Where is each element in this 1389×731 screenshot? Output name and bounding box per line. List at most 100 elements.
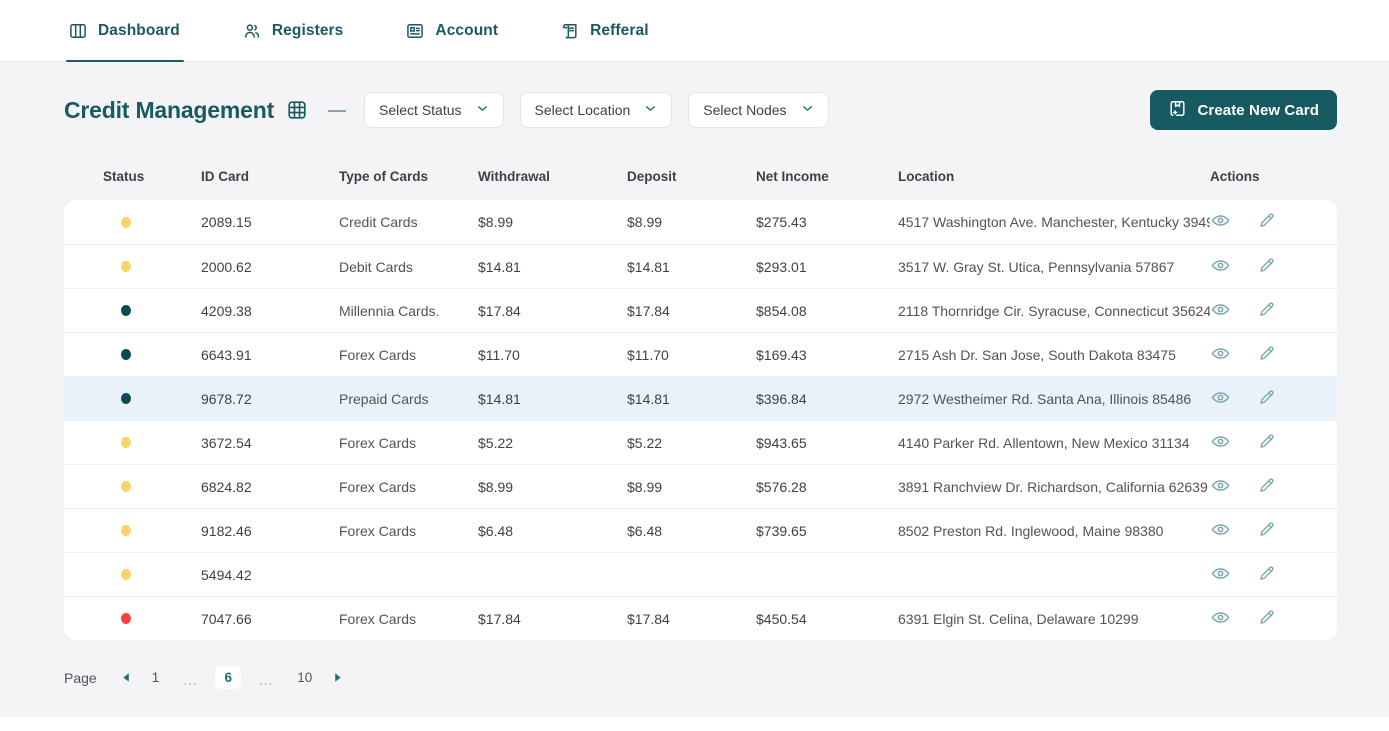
- type-of-cards-cell: Forex Cards: [339, 478, 417, 495]
- col-header-net-income: Net Income: [756, 168, 829, 184]
- table-row: 9678.72 Prepaid Cards $14.81 $14.81 $396…: [64, 376, 1337, 420]
- id-card-cell: 9678.72: [201, 390, 252, 407]
- col-header-status: Status: [103, 168, 145, 184]
- view-button[interactable]: [1210, 387, 1231, 411]
- edit-button[interactable]: [1257, 344, 1276, 366]
- pagination-page-10[interactable]: 10: [291, 667, 318, 688]
- edit-button[interactable]: [1257, 564, 1276, 586]
- id-card-cell: 6824.82: [201, 478, 252, 495]
- pagination: Page 1... 6... 10: [64, 666, 1389, 689]
- eye-icon: [1210, 563, 1231, 587]
- nav-tab-refferal[interactable]: Refferal: [560, 0, 649, 61]
- edit-button[interactable]: [1257, 520, 1276, 542]
- row-actions: [1210, 343, 1337, 367]
- table-row: 2089.15 Credit Cards $8.99 $8.99 $275.43…: [64, 200, 1337, 244]
- select-location-dropdown[interactable]: Select Location: [519, 92, 673, 128]
- bottom-strip: [0, 717, 1389, 731]
- registers-icon: [242, 21, 262, 41]
- location-cell: 4140 Parker Rd. Allentown, New Mexico 31…: [898, 434, 1190, 451]
- create-new-card-button[interactable]: Create New Card: [1150, 90, 1337, 130]
- type-of-cards-cell: Debit Cards: [339, 258, 413, 275]
- pagination-ellipsis: ...: [259, 673, 274, 688]
- row-actions: [1210, 519, 1337, 543]
- view-button[interactable]: [1210, 210, 1231, 234]
- row-actions: [1210, 210, 1337, 234]
- view-button[interactable]: [1210, 475, 1231, 499]
- table-row: 7047.66 Forex Cards $17.84 $17.84 $450.5…: [64, 596, 1337, 640]
- eye-icon: [1210, 343, 1231, 367]
- pagination-ellipsis: ...: [183, 673, 198, 688]
- id-card-cell: 2000.62: [201, 258, 252, 275]
- prev-page-arrow[interactable]: [121, 672, 132, 683]
- chevron-down-icon: [644, 102, 657, 118]
- withdrawal-cell: $6.48: [478, 522, 514, 539]
- top-navbar: Dashboard Registers Account Refferal: [0, 0, 1389, 62]
- deposit-cell: $17.84: [627, 610, 670, 627]
- nav-tab-dashboard[interactable]: Dashboard: [66, 0, 184, 62]
- location-cell: 2118 Thornridge Cir. Syracuse, Connectic…: [898, 302, 1210, 319]
- location-cell: 3891 Ranchview Dr. Richardson, Californi…: [898, 478, 1208, 495]
- edit-button[interactable]: [1257, 608, 1276, 630]
- row-actions: [1210, 255, 1337, 279]
- withdrawal-cell: $5.22: [478, 434, 514, 451]
- select-status-label: Select Status: [379, 102, 462, 118]
- select-status-dropdown[interactable]: Select Status: [364, 92, 504, 128]
- type-of-cards-cell: Forex Cards: [339, 522, 417, 539]
- deposit-cell: $6.48: [627, 522, 663, 539]
- id-card-cell: 3672.54: [201, 434, 252, 451]
- row-actions: [1210, 431, 1337, 455]
- pagination-page-1[interactable]: 1: [146, 667, 166, 688]
- edit-button[interactable]: [1257, 300, 1276, 322]
- dashboard-icon: [68, 21, 88, 41]
- deposit-cell: $14.81: [627, 390, 670, 407]
- view-button[interactable]: [1210, 431, 1231, 455]
- pagination-page-6[interactable]: 6: [215, 666, 241, 689]
- view-button[interactable]: [1210, 607, 1231, 631]
- withdrawal-cell: $8.99: [478, 214, 514, 230]
- nav-tab-account[interactable]: Account: [405, 0, 498, 61]
- view-button[interactable]: [1210, 519, 1231, 543]
- next-page-arrow[interactable]: [332, 672, 343, 683]
- pencil-icon: [1257, 388, 1276, 410]
- eye-icon: [1210, 607, 1231, 631]
- eye-icon: [1210, 299, 1231, 323]
- view-button[interactable]: [1210, 563, 1231, 587]
- page-header: Credit Management — Select Status Select…: [0, 62, 1389, 152]
- id-card-cell: 4209.38: [201, 302, 252, 319]
- title-separator: —: [328, 99, 347, 120]
- table-grid-icon: [286, 99, 308, 121]
- nav-tab-registers[interactable]: Registers: [242, 0, 344, 61]
- net-income-cell: $293.01: [756, 258, 807, 275]
- id-card-cell: 5494.42: [201, 566, 252, 583]
- withdrawal-cell: $14.81: [478, 390, 521, 407]
- net-income-cell: $450.54: [756, 610, 807, 627]
- chevron-down-icon: [801, 102, 814, 118]
- edit-button[interactable]: [1257, 256, 1276, 278]
- withdrawal-cell: $8.99: [478, 478, 514, 495]
- edit-button[interactable]: [1257, 476, 1276, 498]
- type-of-cards-cell: Prepaid Cards: [339, 390, 429, 407]
- nav-tab-label: Account: [435, 21, 499, 39]
- view-button[interactable]: [1210, 343, 1231, 367]
- refferal-icon: [560, 21, 580, 41]
- credit-table: Status ID Card Type of Cards Withdrawal …: [64, 152, 1337, 640]
- select-nodes-label: Select Nodes: [703, 102, 787, 118]
- edit-button[interactable]: [1257, 432, 1276, 454]
- select-nodes-dropdown[interactable]: Select Nodes: [688, 92, 829, 128]
- eye-icon: [1210, 475, 1231, 499]
- deposit-cell: $17.84: [627, 302, 670, 319]
- status-dot: [121, 613, 131, 624]
- status-dot: [121, 393, 131, 404]
- edit-button[interactable]: [1257, 211, 1276, 233]
- view-button[interactable]: [1210, 255, 1231, 279]
- id-card-cell: 7047.66: [201, 610, 252, 627]
- pencil-icon: [1257, 300, 1276, 322]
- status-dot: [121, 349, 131, 360]
- location-cell: 2972 Westheimer Rd. Santa Ana, Illinois …: [898, 390, 1192, 407]
- id-card-cell: 9182.46: [201, 522, 252, 539]
- view-button[interactable]: [1210, 299, 1231, 323]
- edit-button[interactable]: [1257, 388, 1276, 410]
- nav-tab-label: Refferal: [590, 21, 649, 39]
- id-card-cell: 6643.91: [201, 346, 252, 363]
- col-header-deposit: Deposit: [627, 168, 677, 184]
